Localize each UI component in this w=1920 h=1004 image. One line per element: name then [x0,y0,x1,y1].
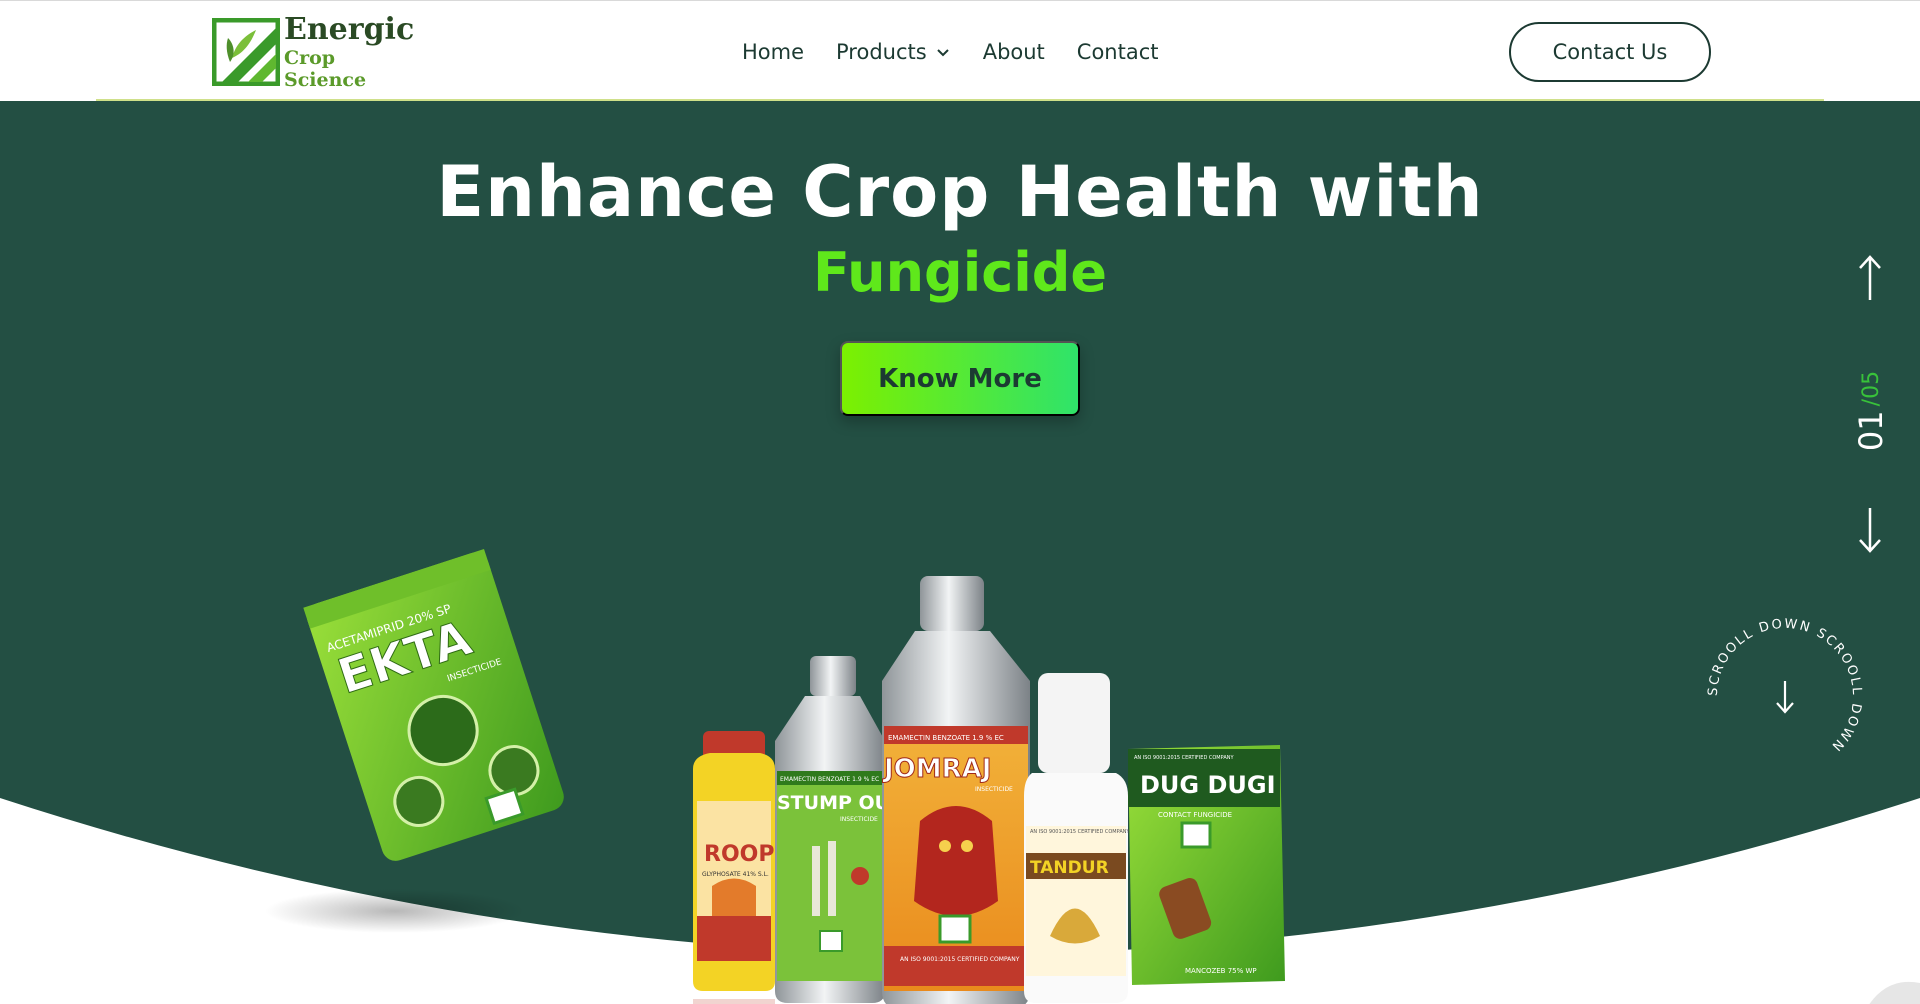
hero-title: Enhance Crop Health with [436,151,1484,233]
arrow-down-icon[interactable] [1855,506,1885,554]
product-stump-type: INSECTICIDE [840,816,878,823]
nav-item-label: Home [742,40,805,64]
product-stump-tag: EMAMECTIN BENZOATE 1.9 % EC [780,776,879,783]
product-dugdugi-tag: AN ISO 9001:2015 CERTIFIED COMPANY [1134,755,1234,761]
brand-logo[interactable]: Energic Crop Science [212,13,422,91]
product-roop: ROOP GLYPHOSATE 41% S.L. [693,731,775,991]
arrow-down-icon [1776,681,1794,714]
slide-counter: 01 / 05 [1816,371,1920,451]
product-dugdugi-type: CONTACT FUNGICIDE [1158,811,1232,819]
brand-subtitle: Crop Science [284,47,367,91]
logo-mark-icon [212,18,280,86]
product-dugdugi-name: DUG DUGI [1140,771,1276,799]
brand-text: Energic Crop Science [284,12,422,92]
scroll-down-ring[interactable]: SCROOLL DOWN SCROOLL DOWN [1700,611,1870,781]
product-roop-tag: GLYPHOSATE 41% S.L. [702,871,769,878]
slide-total: 05 [1858,370,1884,399]
product-tandur-tag: AN ISO 9001:2015 CERTIFIED COMPANY [1030,829,1130,835]
product-jomraj-name: JOMRAJ [882,754,991,784]
nav-item-label: Contact [1076,40,1159,64]
product-dugdugi-note: MANCOZEB 75% WP [1185,967,1257,975]
slide-separator: / [1858,398,1884,407]
site-header: Energic Crop Science Home Products About… [0,0,1920,100]
product-jomraj-type: INSECTICIDE [975,786,1013,793]
corner-decoration [1869,981,1920,1004]
slide-current: 01 [1852,410,1890,452]
nav-item-products[interactable]: Products [836,40,951,64]
nav-item-label: About [982,40,1045,64]
contact-us-button[interactable]: Contact Us [1509,22,1711,82]
product-shadow [265,889,525,933]
main-nav: Home Products About Contact [742,37,1191,67]
hero-highlight: Fungicide [812,241,1108,304]
nav-item-about[interactable]: About [983,40,1045,64]
product-jomraj: EMAMECTIN BENZOATE 1.9 % EC JOMRAJ INSEC… [882,576,1030,1004]
nav-item-contact[interactable]: Contact [1077,40,1159,64]
chevron-down-icon [936,49,949,57]
product-jomraj-note: AN ISO 9001:2015 CERTIFIED COMPANY [900,956,1020,963]
product-dug-dugi: AN ISO 9001:2015 CERTIFIED COMPANY DUG D… [1128,745,1285,985]
nav-item-home[interactable]: Home [742,40,804,64]
product-ekta: ACETAMIPRID 20% SP EKTA INSECTICIDE [303,548,564,861]
know-more-button[interactable]: Know More [840,341,1080,416]
products-reflection [693,999,775,1004]
hero-slider: ACETAMIPRID 20% SP EKTA INSECTICIDE ROOP… [0,101,1920,1004]
arrow-up-icon[interactable] [1855,254,1885,302]
product-jomraj-tag: EMAMECTIN BENZOATE 1.9 % EC [888,734,1004,742]
product-tandur-name: TANDUR [1030,858,1109,878]
brand-title: Energic [284,12,415,47]
nav-item-label: Products [836,40,927,64]
products-showcase: ACETAMIPRID 20% SP EKTA INSECTICIDE ROOP… [265,548,1285,1004]
product-roop-name: ROOP [704,842,774,867]
product-tandur: AN ISO 9001:2015 CERTIFIED COMPANY TANDU… [1024,673,1130,1003]
